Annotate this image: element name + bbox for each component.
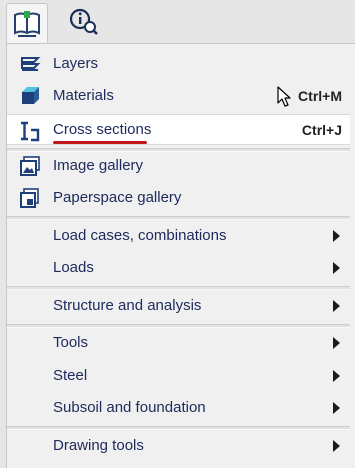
submenu-arrow-icon	[333, 230, 340, 242]
red-underline	[53, 141, 147, 144]
book-icon	[14, 11, 40, 37]
menu-item-label: Loads	[53, 259, 94, 276]
menu-item-image-gallery[interactable]: Image gallery	[7, 150, 350, 181]
menu-item-label: Drawing tools	[53, 437, 144, 454]
menu-item-materials[interactable]: Materials Ctrl+M	[7, 80, 350, 111]
menu-item-label: Structure and analysis	[53, 297, 202, 314]
menu-item-cross-sections[interactable]: Cross sections Ctrl+J	[7, 114, 350, 145]
menu-item-label: Subsoil and foundation	[53, 399, 206, 416]
menu-item-drawing-tools[interactable]: Drawing tools	[7, 430, 350, 461]
cross-section-icon	[21, 121, 40, 142]
menu-item-label: Paperspace gallery	[53, 189, 182, 206]
materials-icon	[22, 87, 39, 104]
menu-item-loads[interactable]: Loads	[7, 252, 350, 283]
menu-item-label: Cross sections	[53, 121, 152, 138]
layers-icon	[21, 57, 41, 71]
paperspace-gallery-icon	[20, 188, 39, 208]
menu-item-subsoil-foundation[interactable]: Subsoil and foundation	[7, 392, 350, 423]
main-menu-button[interactable]	[6, 3, 48, 44]
submenu-arrow-icon	[333, 300, 340, 312]
submenu-arrow-icon	[333, 370, 340, 382]
submenu-arrow-icon	[333, 262, 340, 274]
menu-item-label: Layers	[53, 55, 99, 72]
image-gallery-icon	[20, 156, 40, 176]
menu-item-load-cases[interactable]: Load cases, combinations	[7, 220, 350, 251]
menu-item-steel[interactable]: Steel	[7, 360, 350, 391]
menu-item-label: Load cases, combinations	[53, 227, 227, 244]
dropdown-menu: Layers Materials Ctrl+M Cross sections C…	[6, 43, 355, 468]
menu-item-tools[interactable]: Tools	[7, 327, 350, 358]
menu-item-label: Materials	[53, 87, 114, 104]
shortcut-text: Ctrl+M	[298, 87, 342, 104]
menu-item-label: Image gallery	[53, 157, 144, 174]
shortcut-text: Ctrl+J	[301, 121, 342, 138]
submenu-arrow-icon	[333, 402, 340, 414]
mouse-pointer-icon	[277, 86, 291, 107]
submenu-arrow-icon	[333, 337, 340, 349]
help-button[interactable]	[64, 3, 104, 41]
menu-item-label: Tools	[53, 334, 89, 351]
top-toolbar	[0, 0, 355, 44]
menu-item-layers[interactable]: Layers	[7, 48, 350, 79]
menu-item-structure-analysis[interactable]: Structure and analysis	[7, 290, 350, 321]
info-search-icon	[69, 8, 98, 35]
menu-item-paperspace-gallery[interactable]: Paperspace gallery	[7, 182, 350, 213]
menu-item-label: Steel	[53, 367, 88, 384]
submenu-arrow-icon	[333, 440, 340, 452]
